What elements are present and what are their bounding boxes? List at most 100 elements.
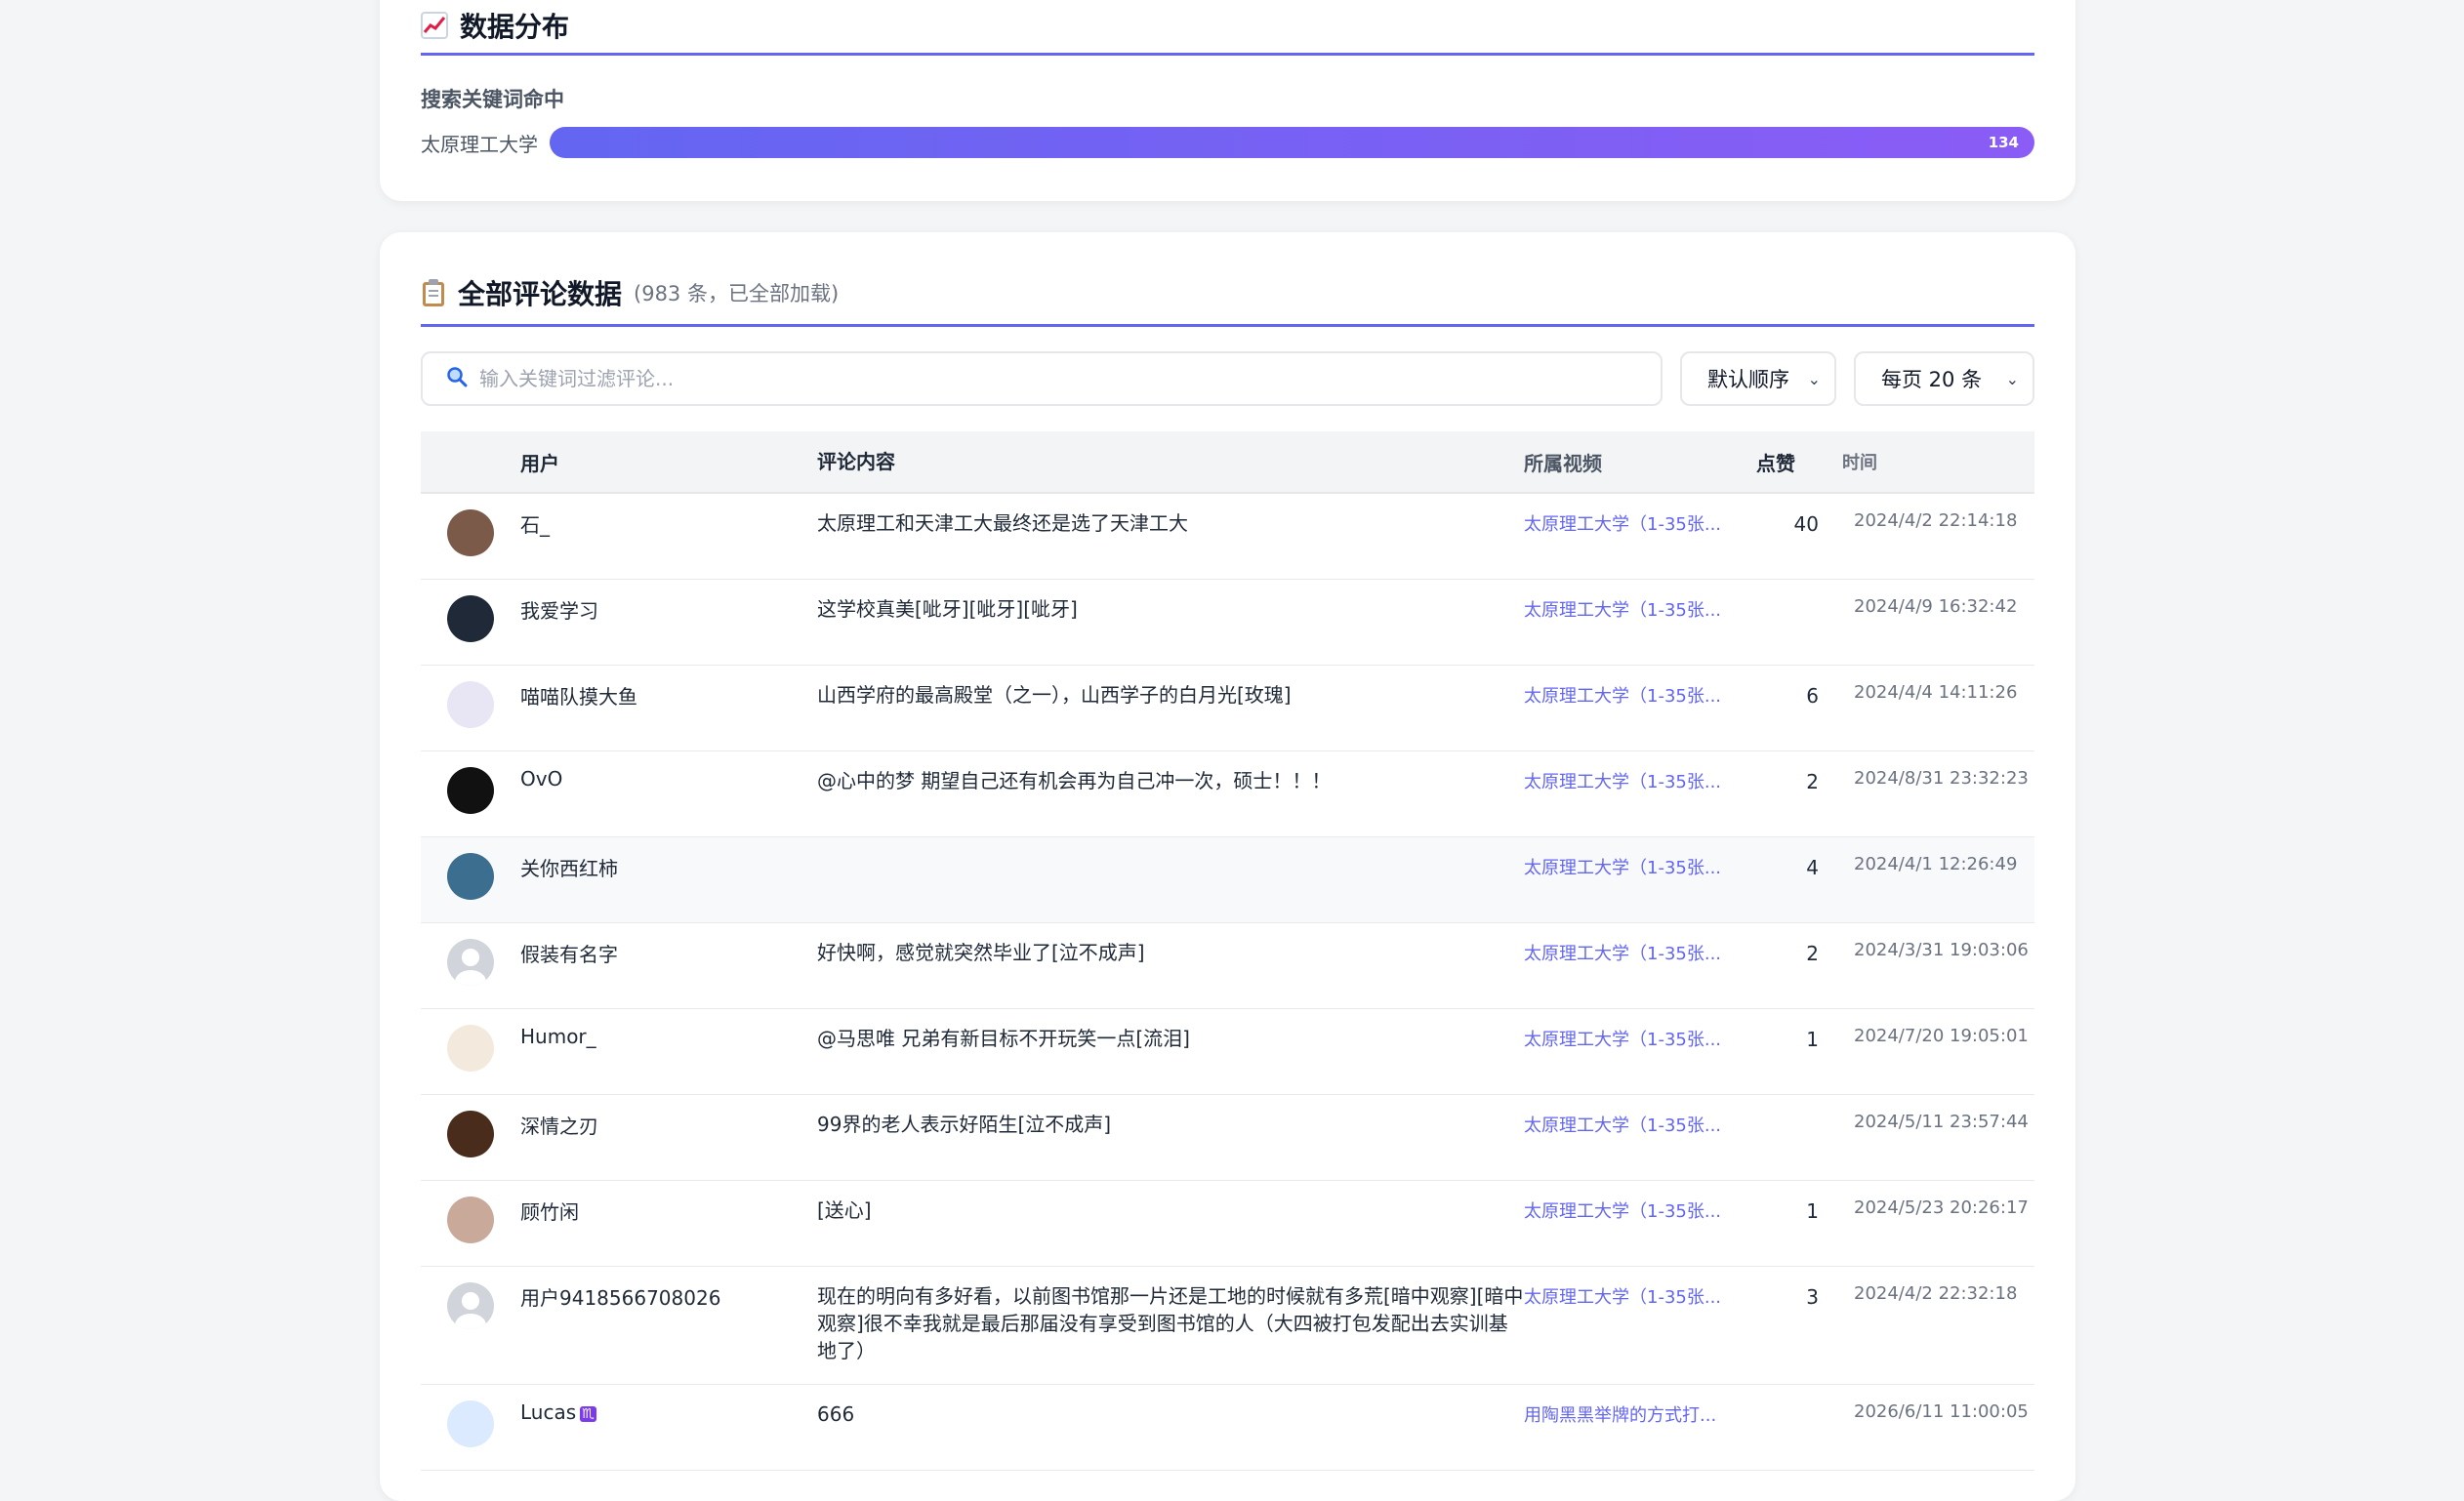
avatar[interactable] — [447, 853, 494, 900]
distribution-section-label: 搜索关键词命中 — [421, 88, 564, 111]
comment-video-link[interactable]: 太原理工大学（1-35张... — [1524, 751, 1756, 793]
search-icon — [446, 366, 468, 392]
comment-video-link[interactable]: 太原理工大学（1-35张... — [1524, 1095, 1756, 1137]
page-size-select-value: 每页 20 条 — [1881, 368, 1983, 391]
comment-video-link[interactable]: 太原理工大学（1-35张... — [1524, 837, 1756, 879]
avatar[interactable] — [447, 1197, 494, 1243]
comment-video-link[interactable]: 太原理工大学（1-35张... — [1524, 1009, 1756, 1051]
comment-time: 2026/6/11 11:00:05 — [1854, 1401, 2029, 1422]
comment-user[interactable]: Lucas ♏ — [520, 1385, 817, 1424]
comments-card: 全部评论数据 (983 条，已全部加载) 默认顺序 ⌄ 每页 20 条 ⌄ 用户… — [380, 232, 2075, 1501]
comment-video-link[interactable]: 太原理工大学（1-35张... — [1524, 580, 1756, 622]
comment-likes: 40 — [1793, 512, 1819, 536]
avatar[interactable] — [447, 1111, 494, 1157]
comment-user[interactable]: 我爱学习 — [520, 580, 817, 624]
table-row[interactable]: OvO @心中的梦 期望自己还有机会再为自己冲一次，硕士！！！ 太原理工大学（1-3… — [421, 751, 2034, 837]
comment-user[interactable]: 用户9418566708026 — [520, 1267, 817, 1311]
comment-user[interactable]: OvO — [520, 751, 817, 791]
table-row[interactable]: 顾竹闲 [送心] 太原理工大学（1-35张... 1 2024/5/23 20:26:1… — [421, 1181, 2034, 1267]
table-header: 用户 评论内容 所属视频 点赞 时间 — [421, 431, 2034, 494]
zodiac-badge: ♏ — [580, 1405, 596, 1422]
comment-text: 现在的明向有多好看，以前图书馆那一片还是工地的时候就有多荒[暗中观察][暗中观察… — [817, 1284, 1524, 1362]
distribution-bar-row: 太原理工大学 134 — [421, 127, 2034, 158]
comment-user[interactable]: Humor_ — [520, 1009, 817, 1048]
comment-likes: 2 — [1806, 942, 1819, 965]
comment-user[interactable]: 关你西红柿 — [520, 837, 817, 881]
comment-video-link[interactable]: 太原理工大学（1-35张... — [1524, 1267, 1756, 1309]
bar-track: 134 — [550, 127, 2034, 158]
table-row[interactable]: 喵喵队摸大鱼 山西学府的最高殿堂（之一），山西学子的白月光[玫瑰] 太原理工大学（1… — [421, 666, 2034, 751]
table-row[interactable]: 我爱学习 这学校真美[呲牙][呲牙][呲牙] 太原理工大学（1-35张... 2024… — [421, 580, 2034, 666]
comments-table: 用户 评论内容 所属视频 点赞 时间 石_ 太原理工和天津工大最终还是选了天津工大… — [421, 431, 2034, 1471]
table-row[interactable]: 石_ 太原理工和天津工大最终还是选了天津工大 太原理工大学（1-35张... 40 20… — [421, 494, 2034, 580]
table-row[interactable]: Lucas ♏ 666 用陶黑黑举牌的方式打... 2026/6/11 11:00:05 — [421, 1385, 2034, 1471]
comments-header: 全部评论数据 (983 条，已全部加载) — [421, 262, 2034, 327]
search-box[interactable] — [421, 351, 1663, 406]
avatar[interactable] — [447, 681, 494, 728]
comment-time: 2024/4/2 22:14:18 — [1854, 510, 2018, 531]
comment-likes — [1756, 580, 1819, 598]
page-size-select[interactable]: 每页 20 条 ⌄ — [1854, 351, 2034, 406]
comment-time: 2024/3/31 19:03:06 — [1854, 940, 2029, 960]
column-header-likes: 点赞 — [1756, 451, 1795, 475]
distribution-header: 数据分布 — [421, 0, 2034, 56]
comment-video-link[interactable]: 太原理工大学（1-35张... — [1524, 1181, 1756, 1223]
comment-text: @心中的梦 期望自己还有机会再为自己冲一次，硕士！！！ — [817, 769, 1332, 792]
comment-time: 2024/7/20 19:05:01 — [1854, 1026, 2029, 1046]
avatar[interactable] — [447, 1400, 494, 1447]
comment-likes — [1756, 1095, 1819, 1114]
avatar[interactable] — [447, 767, 494, 814]
comment-likes: 3 — [1806, 1285, 1819, 1309]
order-select-value: 默认顺序 — [1707, 368, 1789, 391]
avatar[interactable] — [447, 939, 494, 986]
bar-value: 134 — [1988, 134, 2019, 151]
comment-video-link[interactable]: 太原理工大学（1-35张... — [1524, 666, 1756, 708]
comment-text: 这学校真美[呲牙][呲牙][呲牙] — [817, 597, 1078, 621]
comment-text: 好快啊，感觉就突然毕业了[泣不成声] — [817, 941, 1145, 964]
comment-text: [送心] — [817, 1198, 872, 1222]
comment-likes: 2 — [1806, 770, 1819, 793]
table-row[interactable]: Humor_ @马思唯 兄弟有新目标不开玩笑一点[流泪] 太原理工大学（1-35张.… — [421, 1009, 2034, 1095]
avatar[interactable] — [447, 509, 494, 556]
table-row[interactable]: 深情之刃 99界的老人表示好陌生[泣不成声] 太原理工大学（1-35张... 2024… — [421, 1095, 2034, 1181]
avatar[interactable] — [447, 1025, 494, 1072]
comment-likes: 6 — [1806, 684, 1819, 708]
column-header-content: 评论内容 — [817, 450, 895, 473]
comment-likes: 1 — [1806, 1199, 1819, 1223]
table-row[interactable]: 关你西红柿 太原理工大学（1-35张... 4 2024/4/1 12:26:49 — [421, 837, 2034, 923]
bar-fill: 134 — [550, 127, 2034, 158]
chevron-down-icon: ⌄ — [1807, 369, 1821, 388]
comment-time: 2024/4/1 12:26:49 — [1854, 854, 2018, 874]
table-body: 石_ 太原理工和天津工大最终还是选了天津工大 太原理工大学（1-35张... 40 20… — [421, 494, 2034, 1471]
comment-user[interactable]: 深情之刃 — [520, 1095, 817, 1139]
search-input[interactable] — [477, 366, 1661, 391]
comment-likes: 1 — [1806, 1028, 1819, 1051]
comment-video-link[interactable]: 太原理工大学（1-35张... — [1524, 494, 1756, 536]
table-row[interactable]: 用户9418566708026 现在的明向有多好看，以前图书馆那一片还是工地的时候… — [421, 1267, 2034, 1385]
comment-text — [817, 837, 1524, 853]
avatar[interactable] — [447, 1282, 494, 1329]
table-row[interactable]: 假装有名字 好快啊，感觉就突然毕业了[泣不成声] 太原理工大学（1-35张... 2 2… — [421, 923, 2034, 1009]
comment-time: 2024/5/11 23:57:44 — [1854, 1112, 2029, 1132]
comment-likes: 4 — [1806, 856, 1819, 879]
filter-toolbar: 默认顺序 ⌄ 每页 20 条 ⌄ — [421, 351, 2034, 408]
comment-likes — [1756, 1385, 1819, 1403]
comment-time: 2024/4/4 14:11:26 — [1854, 682, 2018, 703]
comment-user[interactable]: 顾竹闲 — [520, 1181, 817, 1225]
comment-video-link[interactable]: 用陶黑黑举牌的方式打... — [1524, 1385, 1756, 1427]
comment-text: 太原理工和天津工大最终还是选了天津工大 — [817, 511, 1188, 535]
comment-text: 山西学府的最高殿堂（之一），山西学子的白月光[玫瑰] — [817, 683, 1292, 707]
order-select[interactable]: 默认顺序 ⌄ — [1680, 351, 1836, 406]
comment-text: @马思唯 兄弟有新目标不开玩笑一点[流泪] — [817, 1027, 1190, 1050]
comment-user[interactable]: 喵喵队摸大鱼 — [520, 666, 817, 710]
comment-video-link[interactable]: 太原理工大学（1-35张... — [1524, 923, 1756, 965]
comment-time: 2024/8/31 23:32:23 — [1854, 768, 2029, 789]
clipboard-icon — [421, 278, 446, 307]
comment-text: 666 — [817, 1402, 855, 1426]
avatar[interactable] — [447, 595, 494, 642]
bar-label: 太原理工大学 — [421, 132, 538, 156]
comment-user[interactable]: 石_ — [520, 494, 817, 538]
column-header-time: 时间 — [1842, 453, 1877, 473]
comment-user[interactable]: 假装有名字 — [520, 923, 817, 967]
chart-increasing-icon — [421, 12, 448, 39]
